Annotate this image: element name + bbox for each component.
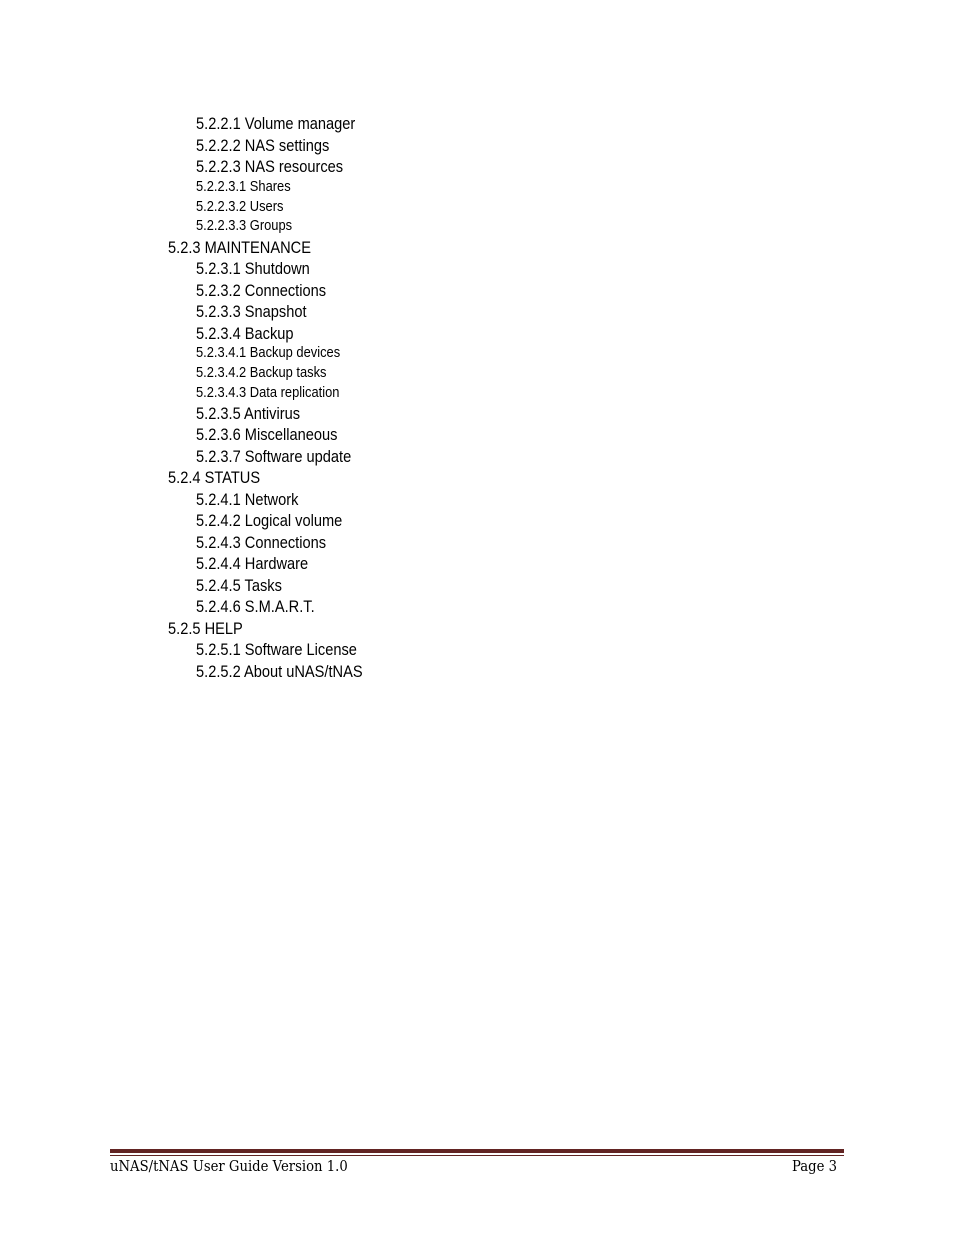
footer-document-title: uNAS/tNAS User Guide Version 1.0 [110, 1157, 348, 1175]
toc-entry[interactable]: 5.2.3.3 Snapshot [196, 302, 307, 322]
footer-divider-thin [110, 1155, 844, 1156]
toc-entry[interactable]: 5.2.2.1 Volume manager [196, 114, 355, 134]
toc-entry[interactable]: 5.2.5.2 About uNAS/tNAS [196, 662, 363, 682]
toc-entry[interactable]: 5.2.4.2 Logical volume [196, 511, 342, 531]
toc-section-heading[interactable]: 5.2.4 STATUS [168, 468, 260, 488]
footer-page-number: Page 3 [792, 1157, 838, 1175]
toc-entry[interactable]: 5.2.4.5 Tasks [196, 576, 282, 596]
toc-entry[interactable]: 5.2.3.7 Software update [196, 447, 351, 467]
toc-entry[interactable]: 5.2.3.1 Shutdown [196, 259, 310, 279]
toc-entry[interactable]: 5.2.4.1 Network [196, 490, 298, 510]
toc-entry[interactable]: 5.2.3.4 Backup [196, 324, 294, 344]
toc-entry[interactable]: 5.2.2.3.1 Shares [196, 178, 291, 195]
toc-entry[interactable]: 5.2.4.3 Connections [196, 533, 326, 553]
toc-entry[interactable]: 5.2.3.4.2 Backup tasks [196, 364, 327, 381]
toc-entry[interactable]: 5.2.3.6 Miscellaneous [196, 425, 337, 445]
toc-entry[interactable]: 5.2.3.4.3 Data replication [196, 384, 339, 401]
toc-entry[interactable]: 5.2.2.2 NAS settings [196, 136, 329, 156]
toc-section-heading[interactable]: 5.2.3 MAINTENANCE [168, 238, 311, 258]
toc-section-heading[interactable]: 5.2.5 HELP [168, 619, 243, 639]
toc-entry[interactable]: 5.2.5.1 Software License [196, 640, 357, 660]
toc-entry[interactable]: 5.2.4.6 S.M.A.R.T. [196, 597, 315, 617]
footer-divider-thick [110, 1149, 844, 1153]
toc-entry[interactable]: 5.2.3.4.1 Backup devices [196, 344, 340, 361]
toc-entry[interactable]: 5.2.3.5 Antivirus [196, 404, 300, 424]
toc-entry[interactable]: 5.2.2.3.3 Groups [196, 217, 292, 234]
toc-entry[interactable]: 5.2.3.2 Connections [196, 281, 326, 301]
toc-entry[interactable]: 5.2.4.4 Hardware [196, 554, 308, 574]
toc-entry[interactable]: 5.2.2.3.2 Users [196, 198, 283, 215]
toc-entry[interactable]: 5.2.2.3 NAS resources [196, 157, 343, 177]
